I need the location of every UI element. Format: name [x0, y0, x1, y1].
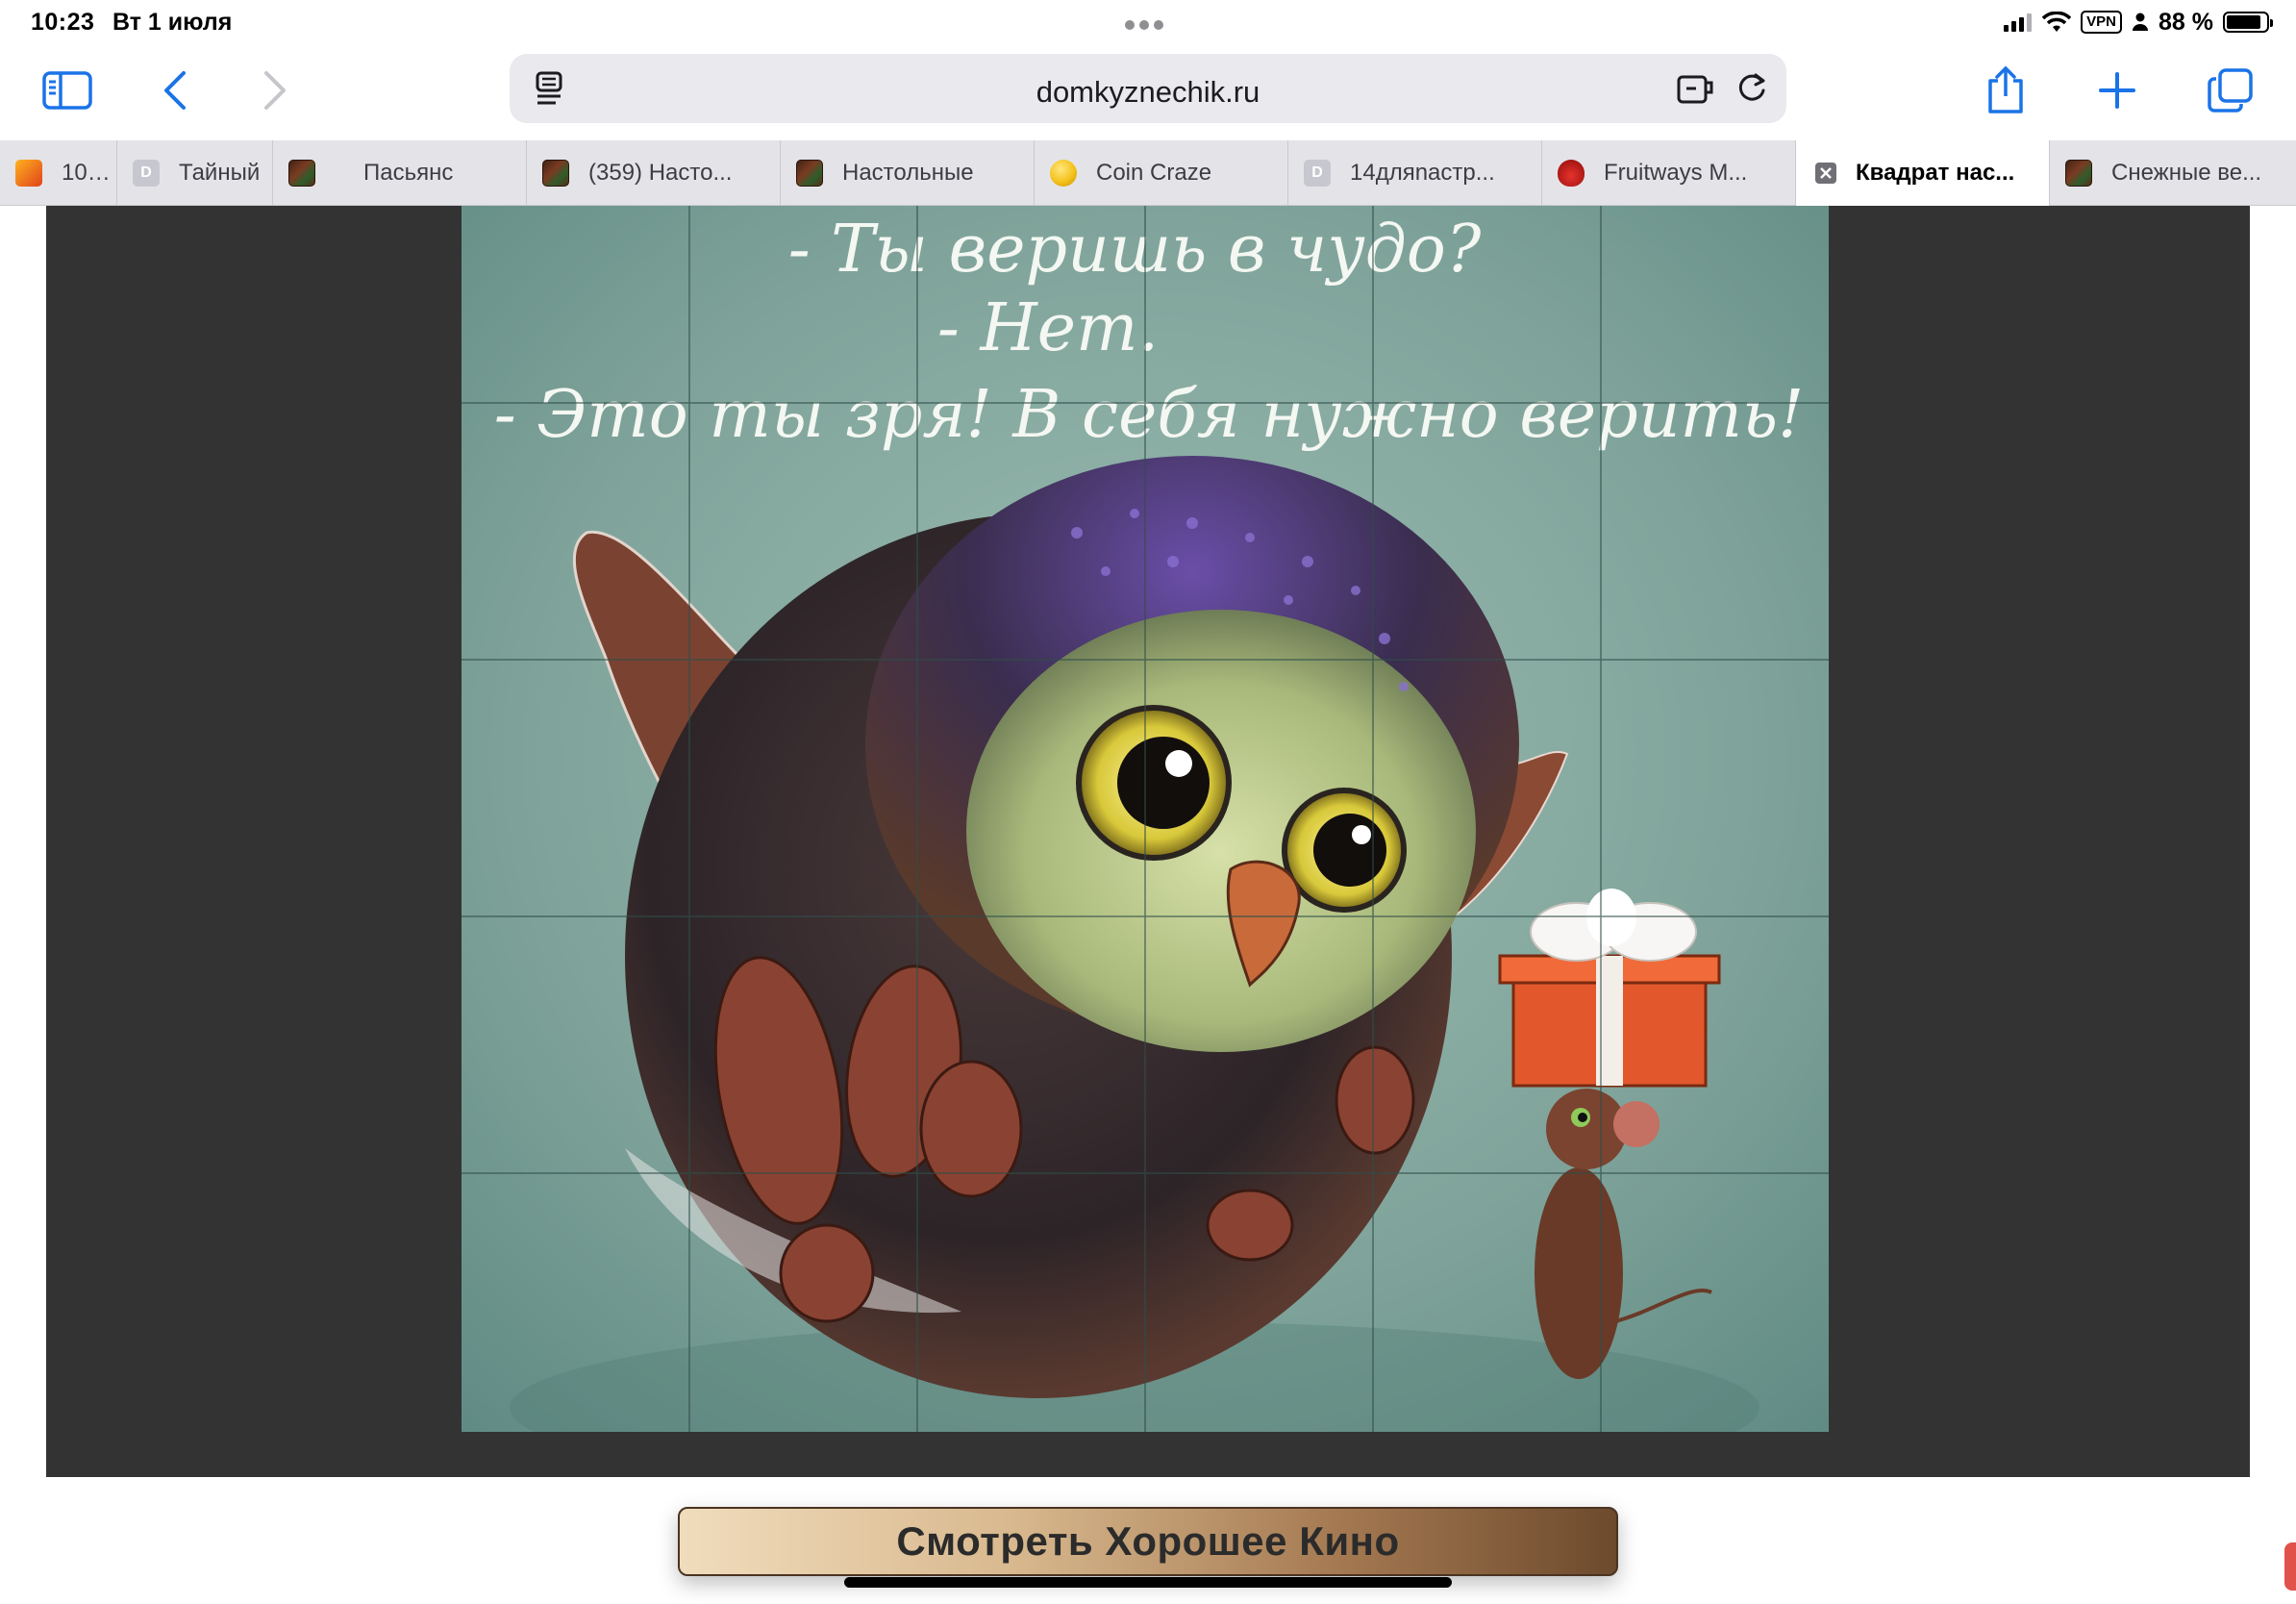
tab-label: Квадрат нас...: [1856, 160, 2015, 186]
puzzle-text-line-2: - Нет.: [937, 290, 1159, 366]
sidebar-icon[interactable]: [38, 62, 96, 119]
vpn-badge: VPN: [2081, 11, 2123, 34]
tab-tainyi[interactable]: D Тайный: [117, 140, 273, 206]
tab-favicon-icon: D: [1304, 160, 1331, 187]
new-tab-icon[interactable]: [2088, 62, 2146, 119]
status-date: Вт 1 июля: [112, 9, 233, 36]
tab-favicon-icon: [288, 160, 315, 187]
tab-snezhnye[interactable]: Снежные ве...: [2050, 140, 2296, 206]
person-icon: [2133, 13, 2149, 31]
tab-label: (359) Насто...: [588, 160, 733, 186]
watch-movies-button[interactable]: Смотреть Хорошее Кино: [678, 1507, 1618, 1576]
tab-bar: 1010 D Тайный Пасьянс (359) Насто... Нас…: [0, 140, 2296, 206]
tab-kvadrat-active[interactable]: Квадрат нас...: [1796, 140, 2050, 206]
status-time: 10:23: [31, 9, 95, 36]
tab-label: Тайный: [179, 160, 261, 186]
tab-favicon-icon: [542, 160, 569, 187]
home-indicator[interactable]: [844, 1577, 1452, 1588]
multitasking-dots-icon[interactable]: [1125, 20, 1163, 30]
battery-icon: [2223, 12, 2273, 33]
url-text[interactable]: domkyznechik.ru: [510, 75, 1786, 110]
tab-fruitways[interactable]: Fruitways M...: [1542, 140, 1796, 206]
tab-label: Coin Craze: [1096, 160, 1212, 186]
tab-favicon-icon: [1050, 160, 1077, 187]
share-icon[interactable]: [1977, 62, 2034, 119]
tab-favicon-icon: [15, 160, 42, 187]
browser-toolbar: domkyznechik.ru: [0, 44, 2296, 140]
reload-icon[interactable]: [1733, 69, 1771, 108]
web-page: - Ты веришь в чудо? - Нет. - Это ты зря!…: [0, 206, 2296, 1604]
wifi-icon: [2042, 12, 2072, 32]
tab-coin-craze[interactable]: Coin Craze: [1035, 140, 1288, 206]
battery-percent: 88 %: [2159, 8, 2213, 36]
tab-favicon-icon: [796, 160, 823, 187]
status-indicators: VPN 88 %: [2004, 8, 2273, 37]
tab-nastolnye[interactable]: Настольные: [781, 140, 1035, 206]
puzzle-image: - Ты веришь в чудо? - Нет. - Это ты зря!…: [462, 206, 1829, 1432]
tab-label: Fruitways M...: [1604, 160, 1748, 186]
tab-label: 1010: [62, 160, 113, 186]
tab-14dlya[interactable]: D 14дляnастр...: [1288, 140, 1542, 206]
tab-favicon-icon: D: [133, 160, 160, 187]
back-icon[interactable]: [146, 62, 204, 119]
puzzle-board[interactable]: - Ты веришь в чудо? - Нет. - Это ты зря!…: [462, 206, 1829, 1432]
tab-favicon-icon: [2065, 160, 2092, 187]
extension-icon[interactable]: [1675, 69, 1717, 108]
forward-icon[interactable]: [246, 62, 304, 119]
cellular-signal-icon: [2004, 13, 2033, 32]
puzzle-text-line-3: - Это ты зря! В себя нужно верить!: [494, 377, 1805, 453]
tabs-overview-icon[interactable]: [2202, 62, 2259, 119]
address-bar[interactable]: domkyznechik.ru: [510, 54, 1786, 123]
tab-pasyans[interactable]: Пасьянс: [273, 140, 527, 206]
tab-359-nastolnye[interactable]: (359) Насто...: [527, 140, 781, 206]
game-frame: - Ты веришь в чудо? - Нет. - Это ты зря!…: [46, 206, 2250, 1477]
tab-label: Настольные: [842, 160, 974, 186]
tab-label: Пасьянс: [363, 160, 454, 186]
puzzle-text-line-1: - Ты веришь в чудо?: [788, 212, 1482, 288]
tab-favicon-icon: [1558, 160, 1585, 187]
edge-badge[interactable]: [2284, 1542, 2296, 1591]
close-tab-icon[interactable]: [1815, 163, 1836, 184]
status-bar: 10:23 Вт 1 июля VPN 88 %: [0, 0, 2296, 44]
tab-1010[interactable]: 1010: [0, 140, 117, 206]
tab-label: 14дляnастр...: [1350, 160, 1495, 186]
tab-label: Снежные ве...: [2111, 160, 2262, 186]
